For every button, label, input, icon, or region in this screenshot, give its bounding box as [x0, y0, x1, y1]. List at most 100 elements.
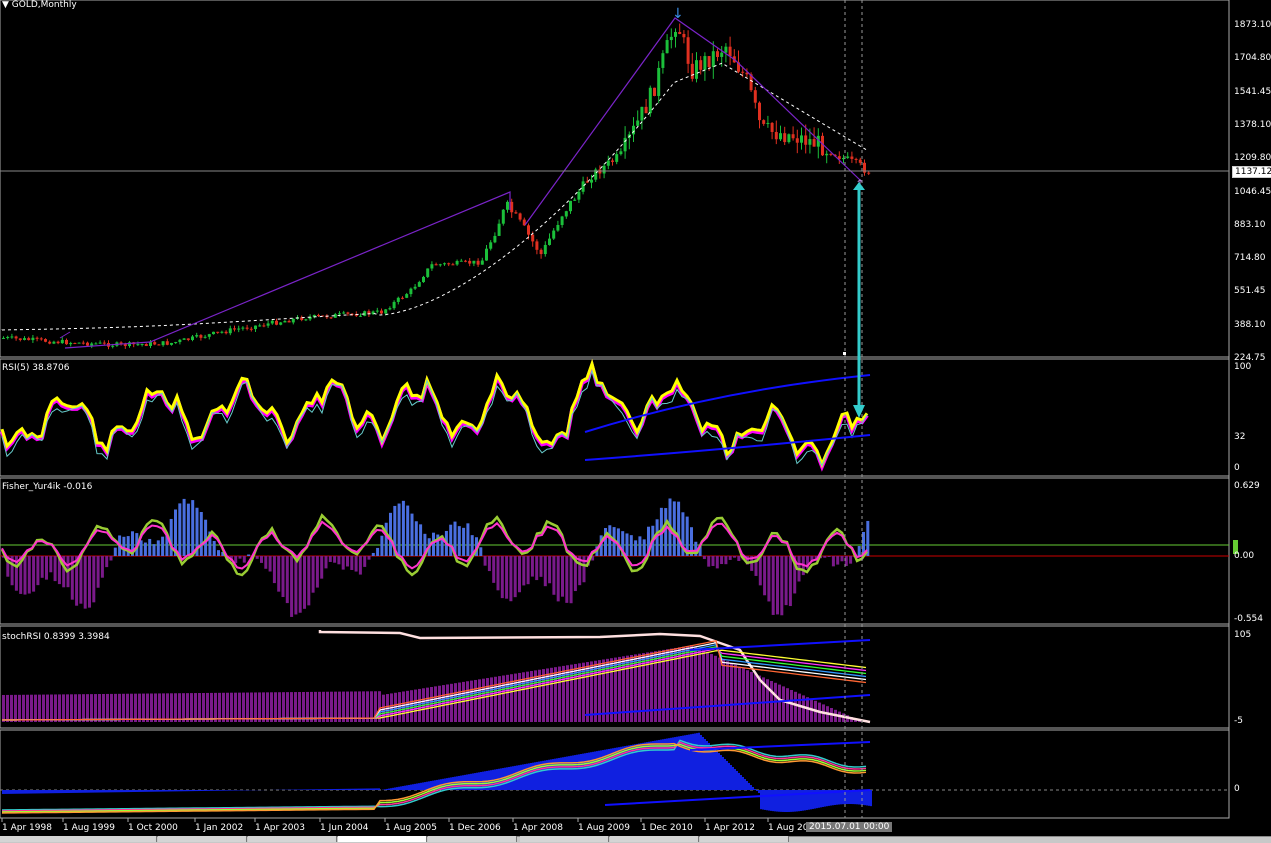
hist-bar: [602, 750, 604, 790]
hist-bar: [742, 777, 744, 790]
window-menu-icon[interactable]: ▼: [2, 0, 9, 10]
fisher-bar: [92, 556, 95, 602]
stoch-panel-label: stochRSI 0.8399 3.3984: [2, 632, 110, 642]
candle-body: [661, 53, 664, 68]
hist-bar: [12, 790, 14, 794]
fisher-bar: [492, 556, 495, 583]
hist-bar: [398, 787, 400, 790]
hist-bar: [858, 790, 860, 804]
hist-bar: [566, 757, 568, 790]
fisher-bar: [385, 523, 388, 556]
candle-body: [540, 250, 543, 254]
fisher-bar: [28, 556, 31, 594]
hist-bar: [748, 783, 750, 790]
hist-bar: [582, 754, 584, 790]
candle-body: [653, 88, 656, 96]
hist-bar: [20, 790, 22, 794]
hist-bar: [144, 790, 146, 792]
hist-bar: [108, 790, 110, 792]
stoch-bar: [782, 686, 785, 722]
hist-bar: [140, 790, 142, 792]
hist-bar: [696, 733, 698, 790]
chart-canvas[interactable]: ↓↑: [0, 0, 1271, 842]
fisher-bar: [389, 513, 392, 556]
hist-bar: [766, 790, 768, 810]
hist-bar: [336, 789, 338, 790]
candle-body: [195, 335, 198, 336]
fisher-bar: [170, 519, 173, 556]
candle-body: [762, 120, 765, 124]
chart-tab[interactable]: [338, 836, 427, 842]
hist-bar: [106, 790, 108, 792]
hist-bar: [188, 790, 190, 791]
hist-bar: [76, 790, 78, 793]
candle-body: [561, 216, 564, 225]
stoch-bar: [50, 695, 53, 723]
hist-bar: [730, 765, 732, 790]
fisher-bar: [213, 541, 216, 556]
candle-body: [409, 289, 412, 294]
candle-body: [204, 337, 207, 338]
hist-bar: [348, 789, 350, 790]
hist-bar: [368, 788, 370, 790]
chart-tab[interactable]: [158, 836, 247, 842]
candle-body: [57, 342, 60, 343]
fisher-bar: [858, 546, 861, 556]
fisher-bar: [841, 556, 844, 561]
candle-body: [31, 338, 34, 340]
hist-bar: [406, 785, 408, 790]
chart-tab[interactable]: [428, 836, 517, 842]
fisher-bar: [114, 548, 117, 556]
chart-tab[interactable]: [610, 836, 699, 842]
stoch-bar: [94, 694, 97, 722]
fisher-bar: [763, 556, 766, 595]
hist-bar: [350, 789, 352, 790]
fisher-bar: [415, 521, 418, 556]
rsi-signal-line: [2, 371, 867, 466]
hist-bar: [52, 790, 54, 793]
hist-bar: [728, 763, 730, 790]
fisher-bar: [36, 556, 39, 585]
rsi-panel-label: RSI(5) 38.8706: [2, 363, 69, 373]
stoch-bar: [66, 694, 69, 722]
candle-body: [149, 342, 152, 346]
hist-bar: [130, 790, 132, 792]
current-price-tag: 1137.12: [1232, 166, 1271, 178]
candle-body: [359, 316, 362, 317]
stoch-bar: [162, 693, 165, 722]
hist-bar: [2, 790, 4, 794]
fisher-bar: [325, 556, 328, 568]
hist-bar: [88, 790, 90, 793]
hist-bar: [326, 789, 328, 790]
hist-bar: [414, 784, 416, 790]
hist-bar: [48, 790, 50, 793]
stoch-bar: [482, 679, 485, 722]
hist-bar: [400, 786, 402, 790]
candle-body: [720, 53, 723, 57]
fisher-bar: [350, 556, 353, 570]
fisher-bar: [346, 556, 349, 566]
stoch-bar: [498, 676, 501, 722]
candle-body: [674, 32, 677, 37]
hist-bar: [424, 782, 426, 790]
candle-body: [78, 343, 81, 344]
stoch-bar: [742, 668, 745, 722]
chart-tab[interactable]: [68, 836, 157, 842]
candle-body: [317, 315, 320, 316]
chart-tab[interactable]: [520, 836, 609, 842]
stoch-bar: [342, 692, 345, 722]
hist-bar: [142, 790, 144, 792]
hist-bar: [212, 790, 214, 791]
chart-tab[interactable]: [700, 836, 789, 842]
fisher-bar: [122, 537, 125, 556]
candle-body: [229, 328, 232, 333]
hist-bar: [386, 789, 388, 790]
hist-bar: [182, 790, 184, 791]
candle-body: [556, 225, 559, 231]
stoch-bar: [118, 694, 121, 722]
fisher-bar: [712, 556, 715, 566]
hist-bar: [62, 790, 64, 793]
hist-bar: [152, 790, 154, 792]
chart-tab[interactable]: [248, 836, 337, 842]
candle-body: [61, 340, 64, 343]
